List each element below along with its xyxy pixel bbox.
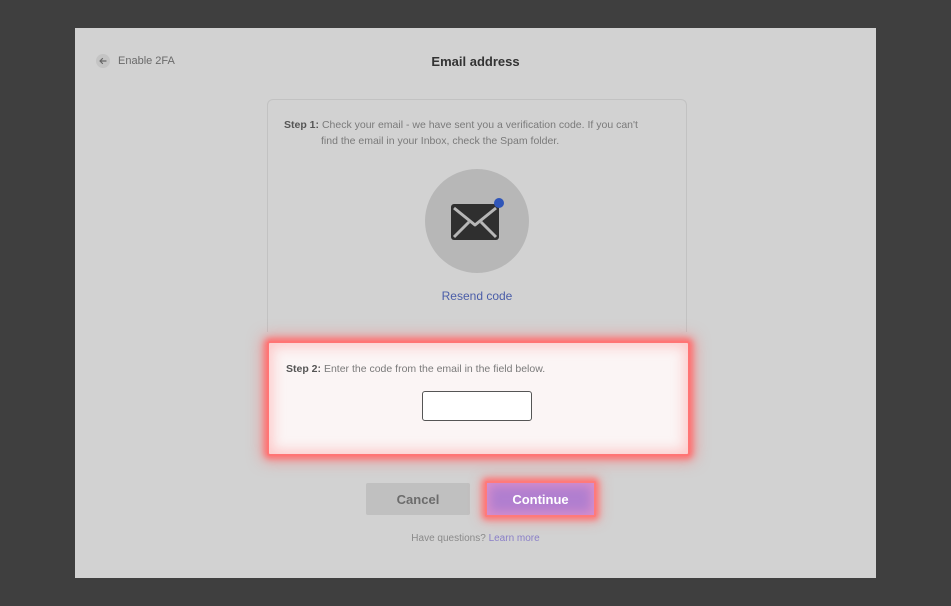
enable-2fa-panel: Enable 2FA Email address Step 1: Check y…: [75, 28, 876, 578]
step1-card: Step 1: Check your email - we have sent …: [267, 99, 687, 332]
mail-illustration: [425, 169, 529, 273]
help-footer: Have questions? Learn more: [75, 533, 876, 544]
step1-text-line2: find the email in your Inbox, check the …: [321, 135, 560, 147]
learn-more-link[interactable]: Learn more: [489, 533, 540, 544]
notification-dot-icon: [494, 198, 504, 208]
step2-text: Enter the code from the email in the fie…: [323, 363, 546, 375]
step1-label: Step 1:: [284, 119, 320, 131]
step2-instructions: Step 2: Enter the code from the email in…: [286, 361, 545, 377]
help-question: Have questions?: [411, 533, 486, 544]
resend-code-link[interactable]: Resend code: [268, 289, 686, 303]
cancel-button[interactable]: Cancel: [366, 483, 470, 515]
step1-instructions: Step 1: Check your email - we have sent …: [284, 117, 664, 149]
step2-label: Step 2:: [286, 363, 322, 375]
step2-card: Step 2: Enter the code from the email in…: [267, 341, 690, 456]
envelope-icon: [451, 198, 504, 240]
continue-button[interactable]: Continue: [485, 481, 596, 517]
step1-text-line1: Check your email - we have sent you a ve…: [321, 119, 638, 131]
page-title: Email address: [431, 54, 520, 69]
verification-code-input[interactable]: [422, 391, 532, 421]
